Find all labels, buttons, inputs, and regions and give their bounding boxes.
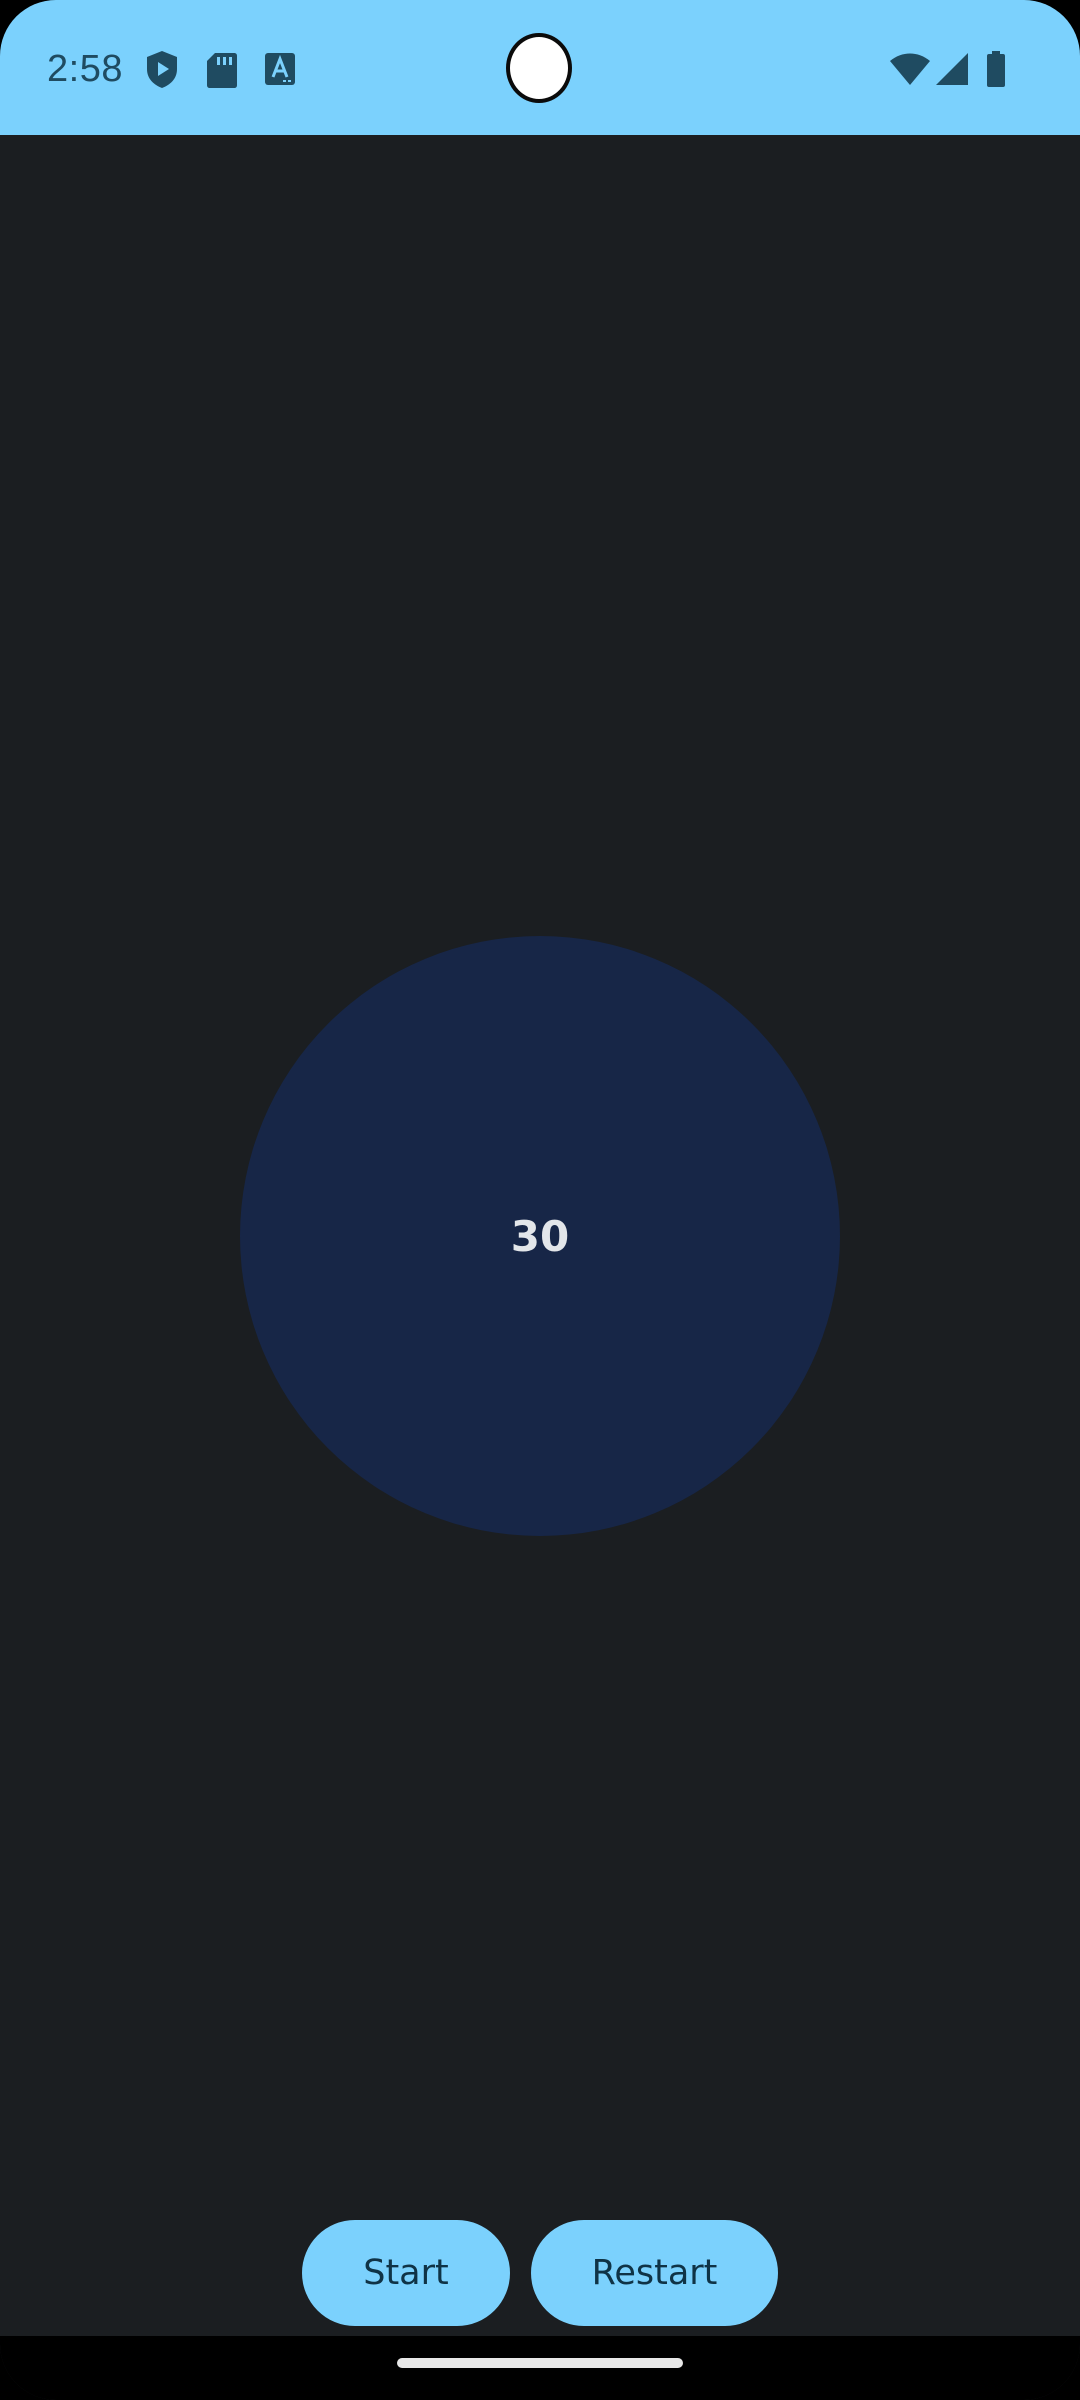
wifi-icon (890, 53, 930, 85)
app-screen: 2:58 30 Start Restart (0, 0, 1080, 2400)
camera-cutout (506, 33, 572, 103)
battery-icon (987, 51, 1005, 87)
sd-card-icon (207, 53, 237, 88)
cell-signal-icon (936, 53, 968, 85)
navigation-bar (0, 2336, 1080, 2400)
timer-value: 30 (510, 1211, 570, 1261)
play-shield-icon (147, 51, 177, 88)
font-a-icon (265, 53, 295, 85)
restart-button[interactable]: Restart (531, 2220, 778, 2326)
status-bar: 2:58 (0, 0, 1080, 135)
timer-controls: Start Restart (0, 2220, 1080, 2326)
timer-circle: 30 (240, 936, 840, 1536)
home-gesture-handle[interactable] (397, 2358, 683, 2368)
start-button[interactable]: Start (302, 2220, 510, 2326)
status-time: 2:58 (47, 48, 123, 90)
